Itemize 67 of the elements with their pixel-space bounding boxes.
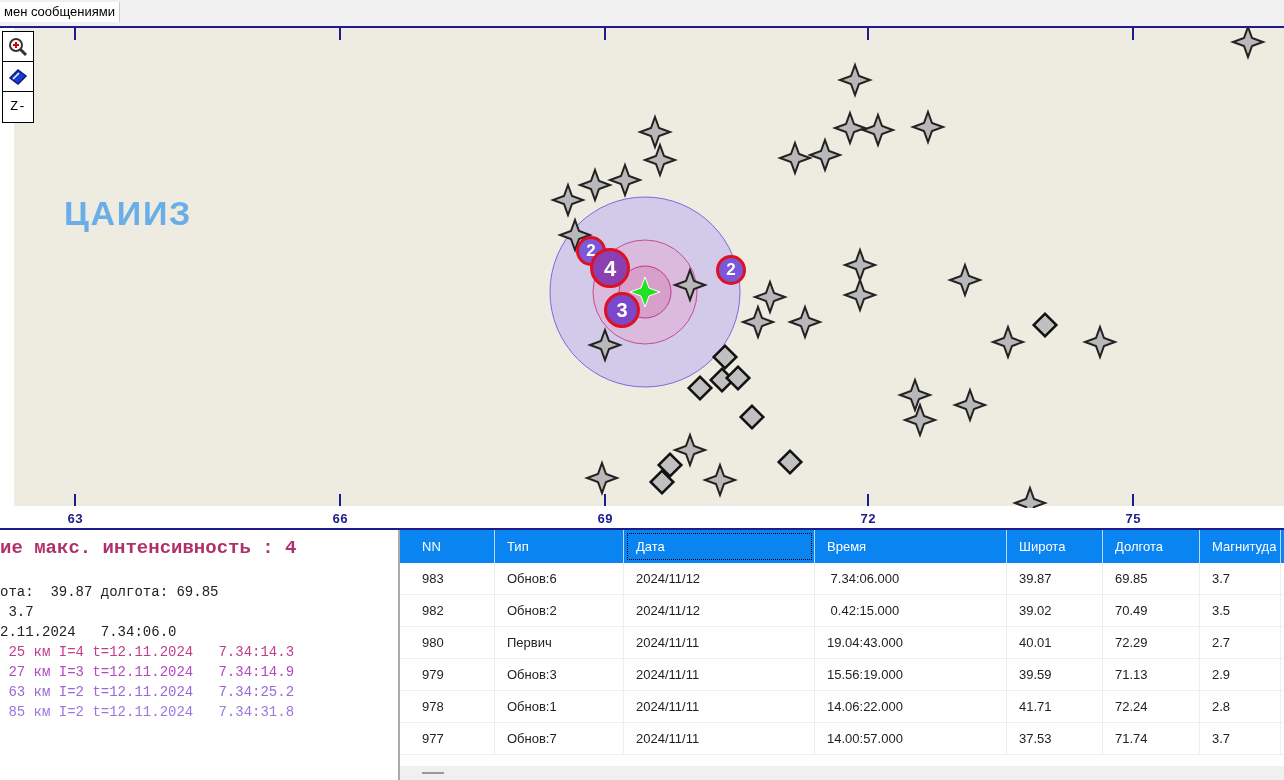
table-cell: 3.5	[1200, 595, 1281, 626]
table-cell: Первич	[495, 627, 624, 658]
table-cell: 39.02	[1007, 595, 1103, 626]
table-cell: 71.74	[1103, 723, 1200, 754]
table-cell: 979	[400, 659, 495, 690]
axis-label: 69	[597, 511, 613, 529]
table-cell: 69.85	[1103, 563, 1200, 594]
column-header[interactable]: Широта	[1007, 530, 1103, 563]
table-cell: Обнов:6	[495, 563, 624, 594]
report-line: 3.7	[7, 603, 35, 622]
axis-label: 66	[332, 511, 348, 529]
table-cell: 2024/11/12	[624, 595, 815, 626]
table-cell: 70.49	[1103, 595, 1200, 626]
axis-label: 72	[860, 511, 876, 529]
table-cell: 37.53	[1007, 723, 1103, 754]
table-cell: 3.7	[1200, 723, 1281, 754]
column-header[interactable]: Магнитуда	[1200, 530, 1281, 563]
table-cell: 2.7	[1200, 627, 1281, 658]
report-title: ие макс. интенсивность : 4	[0, 536, 298, 560]
logo-text: ЦАИИЗ	[64, 193, 193, 234]
table-cell: 40.01	[1007, 627, 1103, 658]
table-cell: 980	[400, 627, 495, 658]
table-cell: 41.71	[1007, 691, 1103, 722]
table-cell: Обнов:3	[495, 659, 624, 690]
table-cell: 3.7	[1200, 563, 1281, 594]
magnifier-icon	[8, 36, 28, 57]
table-cell: 2024/11/11	[624, 723, 815, 754]
table-cell: 977	[400, 723, 495, 754]
table-cell: 14.06:22.000	[815, 691, 1007, 722]
station-line: 63 км I=2 t=12.11.2024 7.34:25.2	[7, 683, 296, 702]
table-cell: Обнов:2	[495, 595, 624, 626]
station-line: 85 км I=2 t=12.11.2024 7.34:31.8	[7, 703, 296, 722]
table-cell: 0.42:15.000	[815, 595, 1007, 626]
table-cell: 71.13	[1103, 659, 1200, 690]
table-cell: 2.9	[1200, 659, 1281, 690]
table-cell: 72.24	[1103, 691, 1200, 722]
table-cell: 72.29	[1103, 627, 1200, 658]
table-cell: 2024/11/11	[624, 691, 815, 722]
message-tab[interactable]: мен сообщениями	[0, 2, 120, 22]
axis-label: 63	[67, 511, 83, 529]
table-cell: 39.87	[1007, 563, 1103, 594]
table-cell: 982	[400, 595, 495, 626]
table-cell: 39.59	[1007, 659, 1103, 690]
table-cell: Обнов:1	[495, 691, 624, 722]
table-cell: 19.04:43.000	[815, 627, 1007, 658]
column-header[interactable]: Тип	[495, 530, 624, 563]
column-header[interactable]: NN	[400, 530, 495, 563]
column-header[interactable]: Долгота	[1103, 530, 1200, 563]
table-cell: 7.34:06.000	[815, 563, 1007, 594]
horizontal-scrollbar[interactable]	[400, 766, 1284, 780]
column-header[interactable]: Время	[815, 530, 1007, 563]
report-line: 2.11.2024 7.34:06.0	[0, 623, 178, 642]
table-cell: 2.8	[1200, 691, 1281, 722]
table-cell: 978	[400, 691, 495, 722]
table-cell: Обнов:7	[495, 723, 624, 754]
table-cell: 983	[400, 563, 495, 594]
table-cell: 14.00:57.000	[815, 723, 1007, 754]
report-line: ота: 39.87 долгота: 69.85	[0, 583, 220, 602]
table-cell: 2024/11/11	[624, 659, 815, 690]
table-cell: 15.56:19.000	[815, 659, 1007, 690]
eraser-icon	[8, 66, 28, 87]
station-line: 25 км I=4 t=12.11.2024 7.34:14.3	[7, 643, 296, 662]
table-cell: 2024/11/12	[624, 563, 815, 594]
column-header[interactable]: Дата	[624, 530, 815, 563]
station-line: 27 км I=3 t=12.11.2024 7.34:14.9	[7, 663, 296, 682]
table-cell: 2024/11/11	[624, 627, 815, 658]
axis-label: 75	[1125, 511, 1141, 529]
